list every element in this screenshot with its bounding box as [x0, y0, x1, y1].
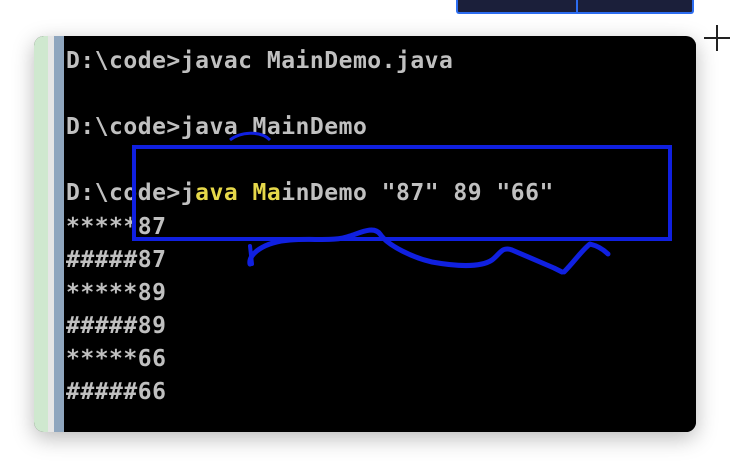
window-thumbnail-fragment[interactable] [456, 0, 694, 14]
console-output-line: *****66 [66, 346, 167, 372]
left-edge-strip-3 [54, 36, 64, 432]
command-prefix: D:\code>j [66, 180, 196, 206]
console-line-command-args: D:\code>java MainDemo "87" 89 "66" [66, 178, 554, 208]
cmd-screenshot-card: D:\code>javac MainDemo.java D:\code>java… [34, 36, 696, 432]
console-output-line: *****87 [66, 214, 167, 240]
highlighted-text: ava [195, 180, 253, 206]
command-rest: inDemo "87" 89 "66" [281, 180, 554, 206]
left-edge-strip [34, 36, 48, 432]
console-output-line: #####89 [66, 313, 167, 339]
console-output: D:\code>javac MainDemo.java D:\code>java… [66, 42, 696, 432]
screenshot-stage: D:\code>javac MainDemo.java D:\code>java… [0, 0, 732, 468]
console-output-line: *****89 [66, 280, 167, 306]
thumbnail-divider [576, 0, 578, 12]
console-output-line: #####66 [66, 379, 167, 405]
console-line: D:\code>javac MainDemo.java [66, 48, 454, 74]
console-line: D:\code>java MainDemo [66, 114, 368, 140]
console-output-line: #####87 [66, 247, 167, 273]
crosshair-cursor-icon [704, 25, 730, 51]
highlighted-text: Ma [252, 180, 282, 206]
